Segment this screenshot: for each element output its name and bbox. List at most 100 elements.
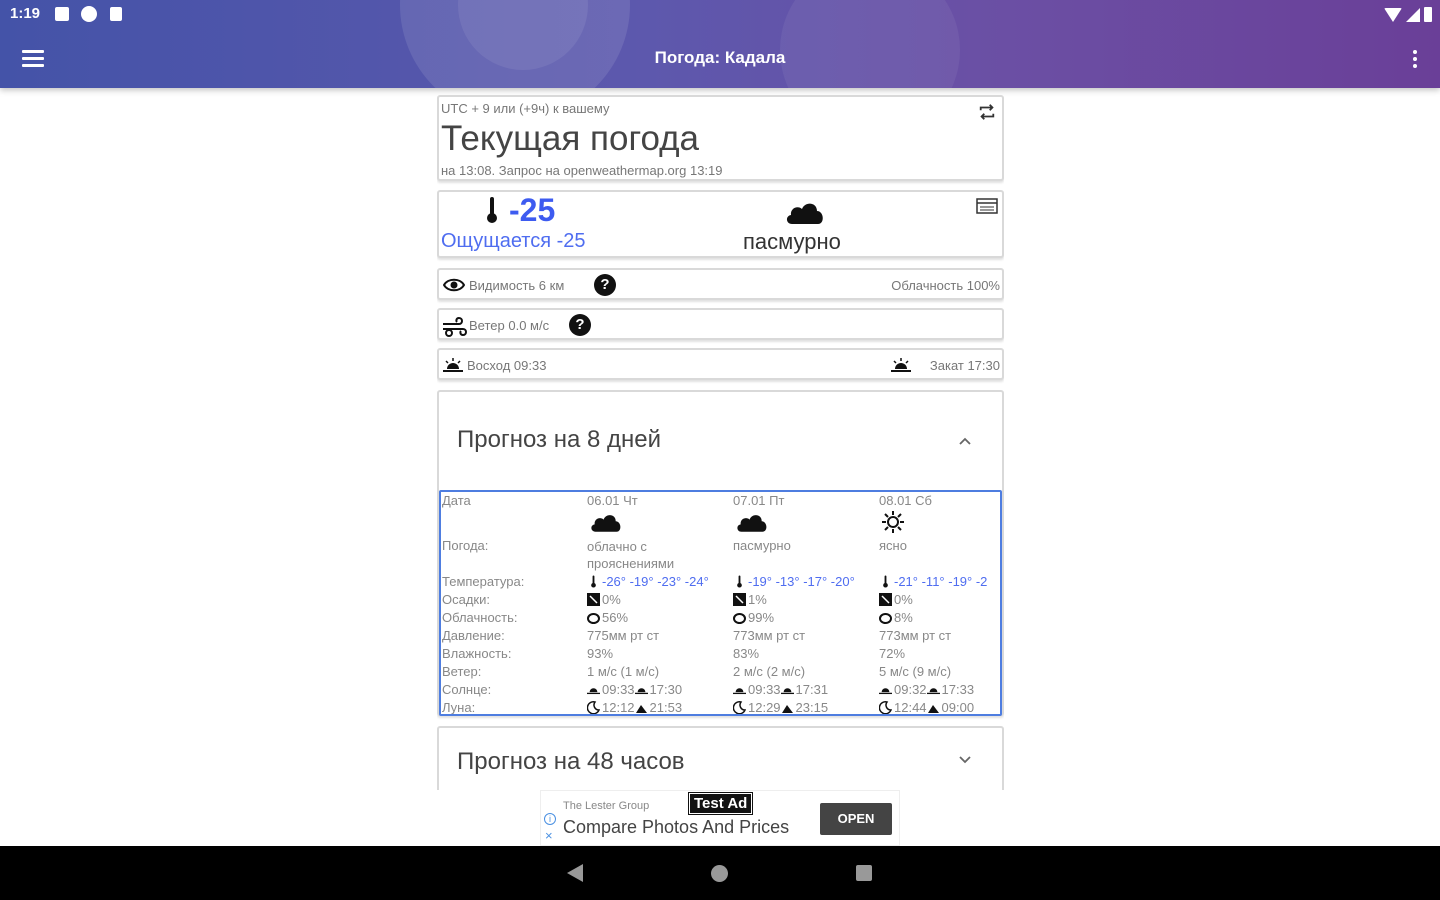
day-sunrise: 09:32 [894, 682, 927, 697]
notification-icon [55, 7, 69, 21]
eye-icon [443, 278, 465, 292]
ad-close-icon[interactable]: × [545, 829, 553, 842]
label-date: Дата [442, 493, 471, 508]
day-cloudiness: 56% [602, 610, 629, 625]
label-humidity: Влажность: [442, 646, 512, 661]
temperature-value: -25 [509, 192, 556, 228]
more-options-icon[interactable] [1412, 50, 1418, 68]
precipitation-icon [587, 593, 600, 606]
label-pressure: Давление: [442, 628, 505, 643]
visibility-help-icon[interactable]: ? [594, 274, 616, 296]
day-pressure: 773мм рт ст [879, 628, 952, 643]
forecast-8-days-title[interactable]: Прогноз на 8 дней [457, 426, 661, 454]
forecast-48-hours-title[interactable]: Прогноз на 48 часов [457, 748, 685, 776]
precipitation-icon [733, 593, 746, 606]
sunrise-icon [733, 688, 746, 695]
ad-info-icon[interactable]: i [544, 813, 556, 825]
label-cloudiness: Облачность: [442, 610, 518, 625]
timezone-text: UTC + 9 или (+9ч) к вашему [441, 101, 610, 116]
moonrise-icon [879, 701, 892, 714]
wind-icon [443, 316, 467, 337]
ad-banner[interactable]: The Lester Group Test Ad i × Compare Pho… [540, 790, 900, 846]
day-humidity: 83% [733, 646, 760, 661]
visibility-card: Видимость 6 км ? Облачность 100% [437, 268, 1004, 300]
wind-help-icon[interactable]: ? [569, 314, 591, 336]
app-title: Погода: Кадала [654, 48, 786, 67]
day-moonset: 21:53 [649, 700, 683, 715]
day-sunset: 17:33 [941, 682, 975, 697]
weather-content[interactable]: UTC + 9 или (+9ч) к вашему Текущая погод… [437, 95, 1004, 790]
cloudiness-icon [587, 613, 600, 624]
day-precipitation: 0% [894, 592, 913, 607]
day-precipitation: 0% [602, 592, 621, 607]
request-info-text: на 13:08. Запрос на openweathermap.org 1… [441, 163, 723, 178]
day-moonrise: 12:29 [748, 700, 781, 715]
moonset-icon [635, 705, 647, 713]
forecast-day-column: 07.01 Пт пасмурно -19° -13° -17° -20° 1%… [733, 492, 880, 715]
day-weather: ясно [879, 538, 907, 553]
thermometer-icon [737, 575, 742, 588]
current-weather-header-card: UTC + 9 или (+9ч) к вашему Текущая погод… [437, 95, 1004, 181]
day-sunrise: 09:33 [748, 682, 781, 697]
day-moonset: 09:00 [941, 700, 975, 715]
forecast-table[interactable]: Дата Погода: Температура: Осадки: Облачн… [439, 490, 1002, 716]
ad-headline[interactable]: Compare Photos And Prices [563, 817, 789, 838]
day-date: 08.01 Сб [879, 493, 932, 508]
moonrise-icon [587, 701, 600, 714]
precipitation-icon [879, 593, 892, 606]
wind-text: Ветер 0.0 м/с [469, 318, 550, 333]
day-pressure: 775мм рт ст [587, 628, 660, 643]
home-icon[interactable] [711, 865, 728, 882]
feels-like-text: Ощущается -25 [441, 230, 586, 252]
day-sunrise: 09:33 [602, 682, 635, 697]
day-cloudiness: 99% [748, 610, 775, 625]
day-temperatures: -21° -11° -19° -2 [894, 574, 988, 589]
day-wind: 2 м/с (2 м/с) [733, 664, 806, 679]
widget-settings-icon[interactable] [976, 198, 998, 214]
battery-icon [1424, 7, 1432, 22]
status-bar: 1:19 [0, 0, 1440, 28]
thermometer-icon [883, 575, 888, 588]
cloud-icon [737, 515, 767, 532]
day-pressure: 773мм рт ст [733, 628, 806, 643]
sd-card-icon [110, 7, 122, 21]
test-ad-badge: Test Ad [687, 792, 754, 815]
weather-condition: пасмурно [743, 229, 841, 254]
chevron-up-icon[interactable] [958, 434, 972, 448]
day-cloudiness: 8% [894, 610, 913, 625]
label-sun: Солнце: [442, 682, 492, 697]
current-weather-title: Текущая погода [441, 119, 700, 158]
label-precipitation: Осадки: [442, 592, 490, 607]
wifi-icon [1384, 8, 1402, 22]
label-wind: Ветер: [442, 664, 482, 679]
day-moonrise: 12:44 [894, 700, 927, 715]
label-weather: Погода: [442, 538, 489, 553]
parking-icon [81, 6, 97, 22]
sun-icon [882, 511, 904, 533]
sunrise-text: Восход 09:33 [467, 358, 547, 373]
status-time: 1:19 [10, 5, 41, 22]
label-moon: Луна: [442, 700, 476, 715]
forecast-day-column: 08.01 Сб ясно -21° -11° -19° -2 0% 8% 77… [879, 492, 1000, 715]
forecast-48-hours-card[interactable]: Прогноз на 48 часов [437, 726, 1004, 790]
moonset-icon [927, 705, 939, 713]
thermometer-icon [591, 575, 596, 588]
ad-advertiser: The Lester Group [563, 800, 650, 812]
thermometer-icon [487, 197, 497, 223]
forecast-8-days-card: Прогноз на 8 дней Дата Погода: Температу… [437, 390, 1004, 716]
sunrise-icon [587, 688, 600, 695]
chevron-down-icon[interactable] [958, 752, 972, 766]
cloudiness-icon [733, 613, 746, 624]
sunset-icon [926, 688, 940, 695]
day-sunset: 17:30 [649, 682, 683, 697]
back-icon[interactable] [567, 864, 583, 882]
ad-open-button[interactable]: OPEN [820, 803, 892, 835]
refresh-icon[interactable] [978, 103, 996, 121]
recent-apps-icon[interactable] [856, 865, 872, 881]
sunset-icon [780, 688, 794, 695]
day-sunset: 17:31 [795, 682, 829, 697]
cloud-icon [786, 203, 823, 224]
navigation-bar [0, 846, 1440, 900]
sunset-text: Закат 17:30 [929, 358, 1000, 373]
day-date: 06.01 Чт [587, 493, 638, 508]
